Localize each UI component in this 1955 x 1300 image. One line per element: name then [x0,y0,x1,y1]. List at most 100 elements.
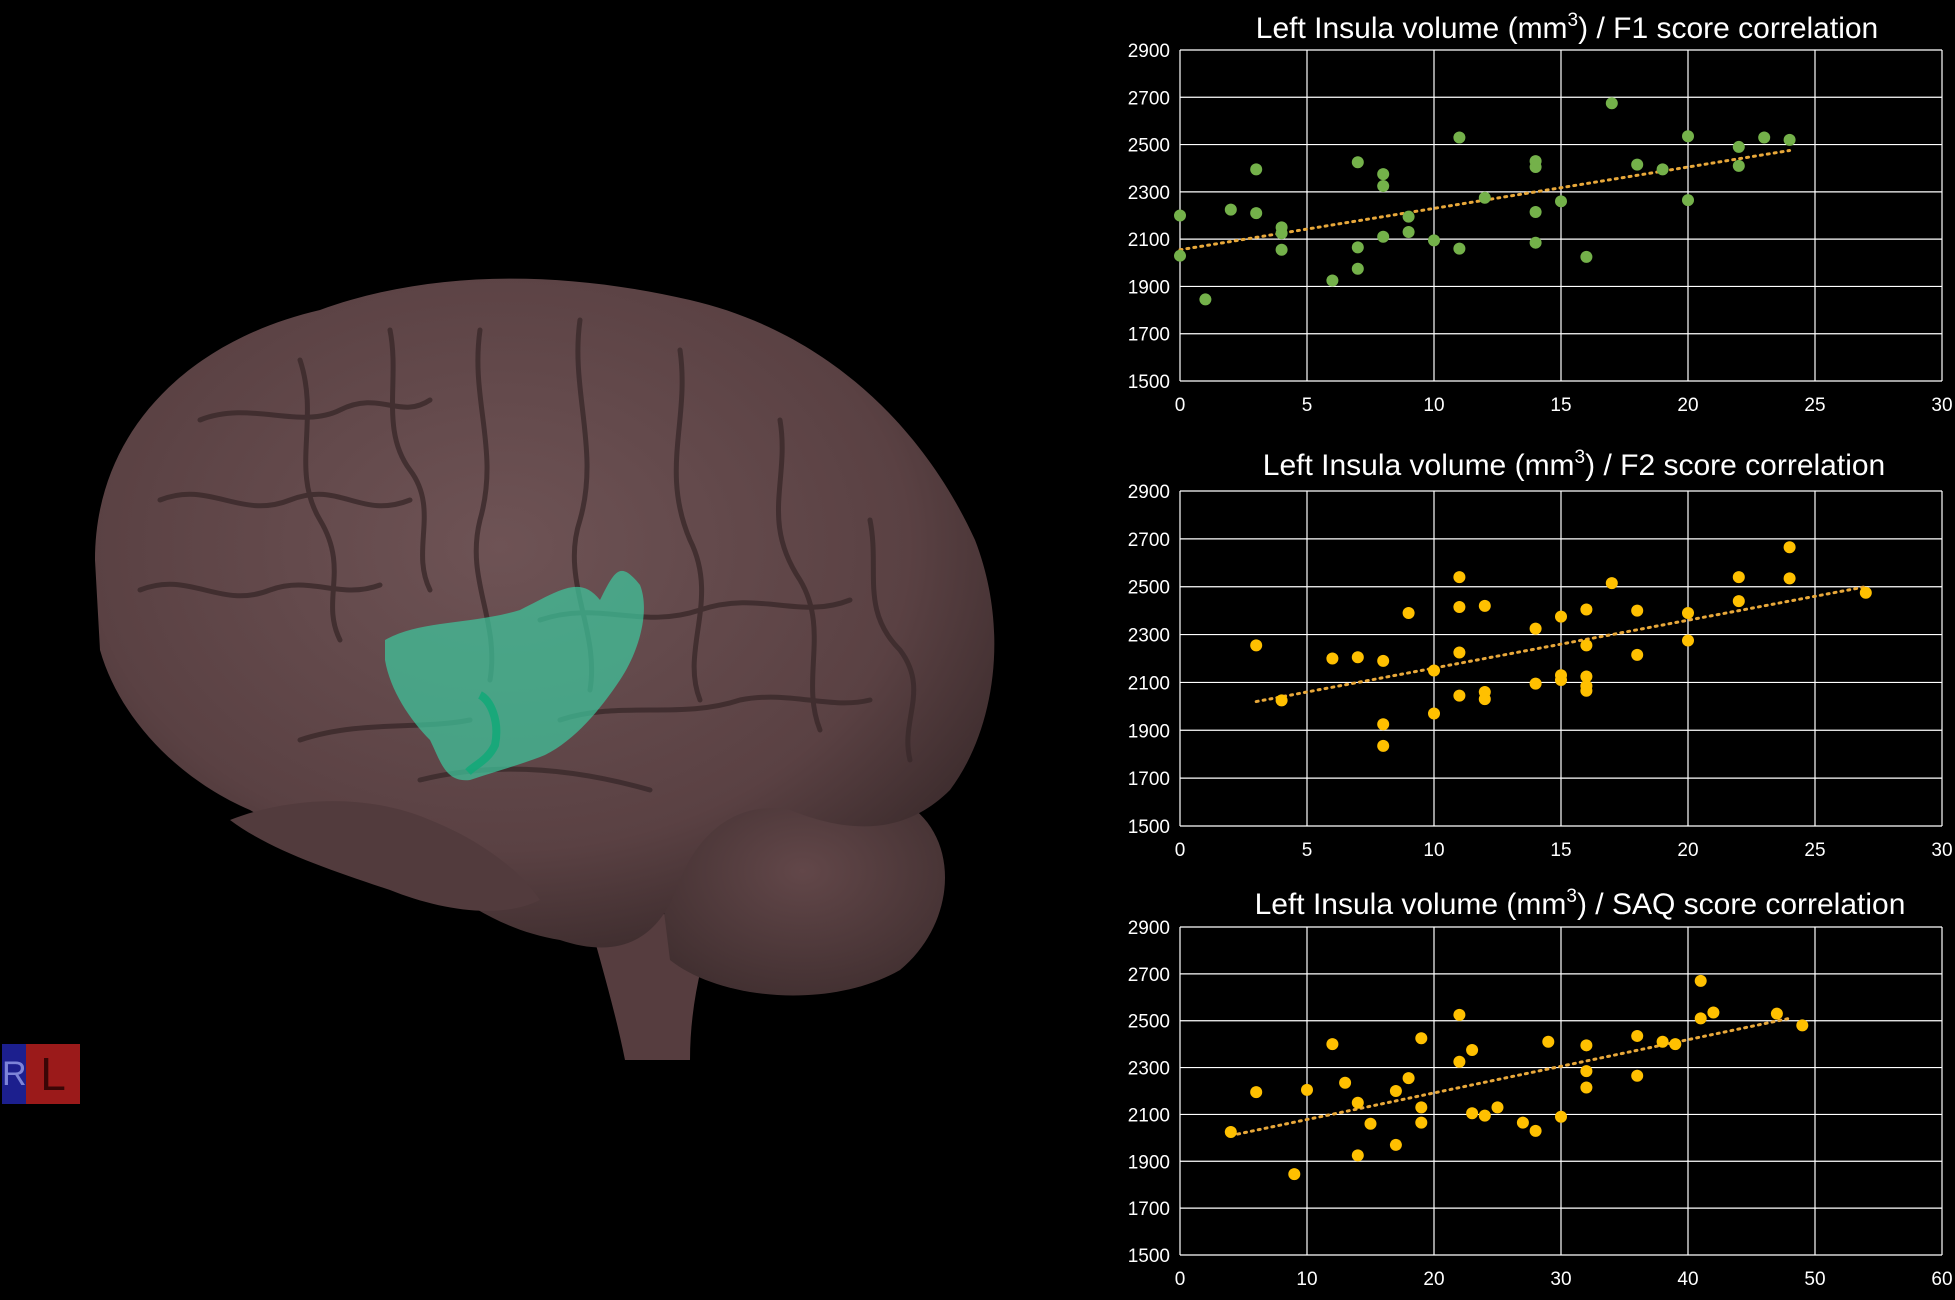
data-point [1529,236,1542,249]
data-point [1707,1006,1720,1019]
x-tick-label: 30 [1550,1269,1571,1290]
data-point [1529,677,1542,690]
data-point [1453,131,1466,144]
y-tick-label: 2700 [1128,88,1170,109]
data-point [1351,156,1364,169]
y-tick-label: 2500 [1128,578,1170,599]
data-point [1631,604,1644,617]
y-tick-label: 2500 [1128,1012,1170,1033]
data-point [1275,694,1288,707]
x-tick-label: 20 [1423,1269,1444,1290]
data-point [1770,1007,1783,1020]
chart-saq-correlation: Left Insula volume (mm3) / SAQ score cor… [1080,877,1955,1295]
data-point [1174,209,1186,222]
x-tick-label: 25 [1804,840,1825,861]
right-side-indicator: R [2,1044,26,1104]
data-point [1859,586,1872,599]
data-point [1631,1029,1644,1042]
x-tick-label: 10 [1423,840,1444,861]
data-point [1732,571,1745,584]
data-point [1402,226,1415,239]
y-tick-label: 2500 [1128,136,1170,157]
data-point [1250,163,1263,176]
y-tick-label: 2700 [1128,965,1170,986]
data-point [1466,1107,1479,1120]
data-point [1364,1117,1377,1130]
y-tick-label: 1700 [1128,325,1170,346]
plot-area: 0 10 20 30 40 50 60 1500 1700 1900 2100 2300 2500 270… [1128,918,1953,1290]
data-point [1389,1138,1402,1151]
chart-title: Left Insula volume (mm3) / F2 score corr… [1263,447,1885,482]
y-tick-label: 2100 [1128,1105,1170,1126]
data-point [1351,262,1364,275]
data-point [1491,1101,1504,1114]
data-point [1529,622,1542,635]
data-point [1669,1038,1682,1051]
data-point [1580,250,1593,263]
data-point [1326,274,1339,287]
brain-illustration [95,278,995,1060]
chart-f2-svg: Left Insula volume (mm3) / F2 score corr… [1128,447,1953,861]
data-point [1377,654,1390,667]
data-point [1682,607,1694,620]
data-point [1453,571,1466,584]
data-point [1783,572,1796,585]
data-point [1415,1101,1428,1114]
data-point [1250,1086,1263,1099]
data-point [1555,610,1567,623]
data-point [1516,1116,1529,1129]
data-point [1428,234,1440,247]
chart-saq-svg: Left Insula volume (mm3) / SAQ score cor… [1128,886,1953,1290]
data-point [1377,168,1390,181]
data-point [1275,243,1288,256]
y-tick-label: 2900 [1128,918,1170,939]
data-point [1478,599,1491,612]
data-point [1529,205,1542,218]
data-point [1529,1124,1542,1137]
data-point [1402,607,1415,620]
data-point [1682,194,1694,207]
data-point [1326,1038,1339,1051]
data-point [1377,739,1390,752]
y-tick-label: 2100 [1128,230,1170,251]
data-point [1428,664,1440,677]
data-point [1605,97,1618,110]
data-point [1542,1035,1555,1048]
data-point [1758,131,1771,144]
x-tick-label: 15 [1550,840,1571,861]
data-point [1453,689,1466,702]
data-point [1339,1076,1352,1089]
data-point [1478,1109,1491,1122]
data-point [1415,1032,1428,1045]
data-point [1555,674,1567,687]
chart-title: Left Insula volume (mm3) / F1 score corr… [1256,10,1878,45]
left-side-indicator: L [26,1044,80,1104]
x-tick-label: 40 [1677,1269,1698,1290]
data-point [1224,1126,1237,1138]
data-point [1656,1035,1669,1048]
y-tick-label: 1700 [1128,769,1170,790]
data-point [1224,203,1237,216]
y-tick-label: 1500 [1128,372,1170,393]
data-point [1377,179,1390,192]
plot-area: 0 5 10 15 20 25 30 1500 1700 1900 2100 2300 2500 2700… [1128,41,1953,416]
y-tick-label: 1500 [1128,1246,1170,1267]
chart-title: Left Insula volume (mm3) / SAQ score cor… [1255,886,1906,921]
data-point [1580,603,1593,616]
data-point [1631,1069,1644,1082]
x-tick-label: 30 [1931,840,1952,861]
data-point [1389,1085,1402,1097]
y-tick-label: 2900 [1128,482,1170,503]
x-tick-label: 15 [1550,395,1571,416]
x-tick-label: 30 [1931,395,1952,416]
x-tick-label: 0 [1175,395,1186,416]
x-tick-label: 5 [1302,395,1313,416]
data-point [1453,601,1466,614]
y-tick-label: 2700 [1128,530,1170,551]
y-tick-label: 2100 [1128,673,1170,694]
chart-f1-correlation: Left Insula volume (mm3) / F1 score corr… [1080,0,1955,430]
data-point [1453,1055,1466,1068]
data-point [1415,1116,1428,1129]
data-point [1199,293,1212,306]
y-tick-label: 1900 [1128,277,1170,298]
